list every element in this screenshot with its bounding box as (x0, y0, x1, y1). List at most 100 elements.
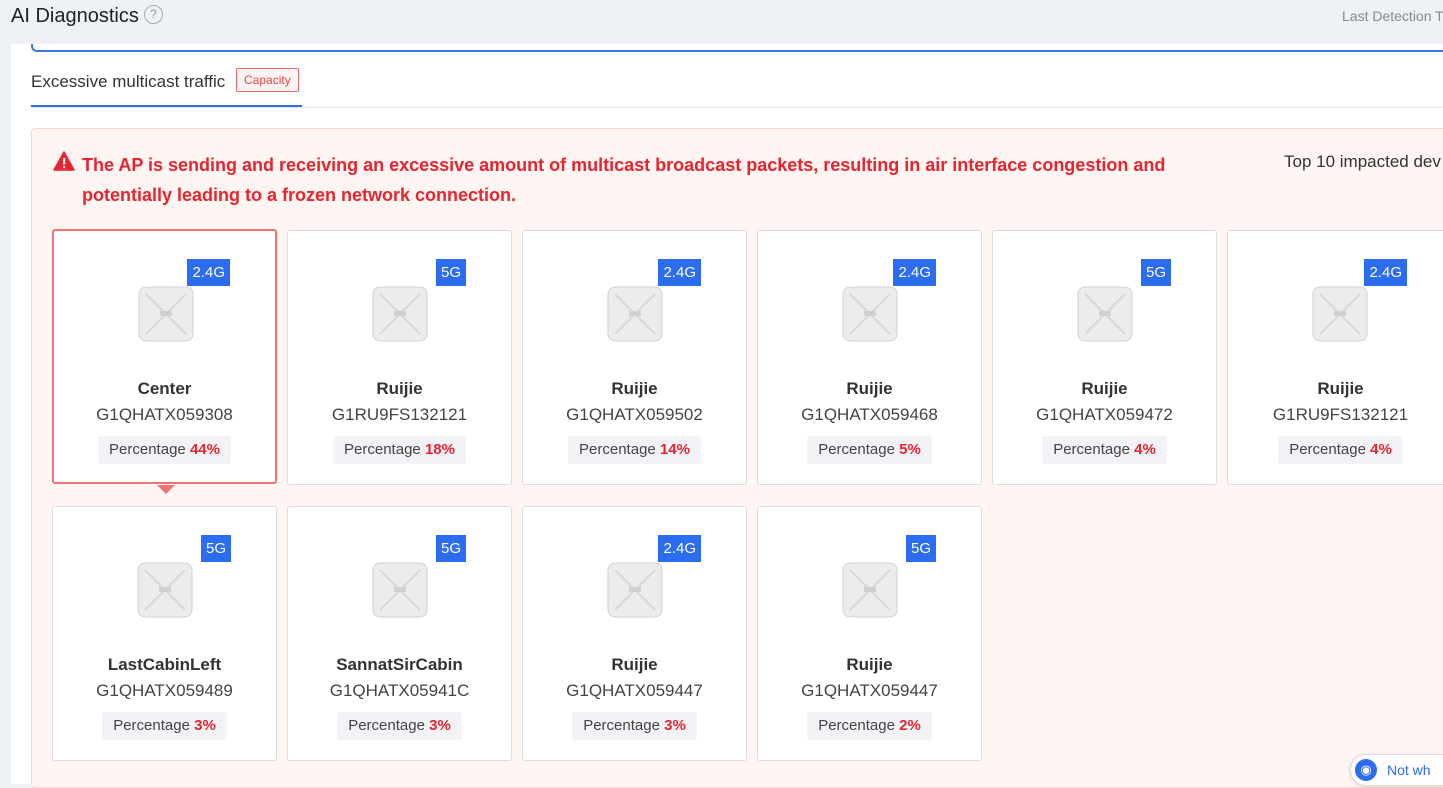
band-badge: 5G (1140, 259, 1171, 286)
percentage-value: 3% (429, 717, 451, 734)
percentage-value: 2% (899, 717, 921, 734)
band-badge: 2.4G (187, 259, 230, 286)
percentage-label: Percentage (344, 441, 421, 458)
device-serial: G1RU9FS132121 (331, 405, 468, 424)
band-badge: 5G (200, 535, 231, 562)
percentage-label: Percentage (818, 717, 895, 734)
access-point-icon (842, 562, 898, 618)
device-name: SannatSirCabin (336, 655, 463, 674)
tab-label: Excessive multicast traffic (31, 72, 226, 91)
device-name: Ruijie (1317, 379, 1364, 398)
percentage-value: 4% (1370, 441, 1392, 458)
capacity-badge: Capacity (236, 68, 299, 92)
band-badge: 5G (905, 535, 936, 562)
device-card[interactable]: 5G Ruijie G1RU9FS132121 Percentage 18% (287, 230, 512, 485)
feedback-button[interactable]: ◉ Not wh (1350, 754, 1443, 786)
percentage-value: 44% (189, 441, 220, 458)
percentage-value: 5% (899, 441, 921, 458)
device-card[interactable]: 5G SannatSirCabin G1QHATX05941C Percenta… (287, 506, 512, 761)
access-point-icon (842, 286, 898, 342)
device-card[interactable]: 5G Ruijie G1QHATX059472 Percentage 4% (992, 230, 1217, 485)
band-badge: 5G (435, 535, 466, 562)
band-badge: 5G (435, 259, 466, 286)
device-card[interactable]: 2.4G Ruijie G1RU9FS132121 Percentage 4% (1227, 230, 1443, 485)
device-name: Center (137, 379, 192, 398)
access-point-icon (137, 562, 193, 618)
access-point-icon (1312, 286, 1368, 342)
device-card[interactable]: 2.4G Center G1QHATX059308 Percentage 44% (52, 229, 277, 484)
device-name: Ruijie (846, 379, 893, 398)
percentage-wrap: Percentage 5% (758, 436, 981, 464)
band-badge: 2.4G (1364, 259, 1407, 286)
percentage-wrap: Percentage 3% (53, 712, 276, 740)
device-serial: G1QHATX059447 (801, 681, 938, 700)
top-bar: AI Diagnostics ? Last Detection T (0, 0, 1443, 44)
percentage-label: Percentage (1289, 441, 1366, 458)
percentage-wrap: Percentage 18% (288, 436, 511, 464)
band-badge: 2.4G (658, 259, 701, 286)
percentage-tag: Percentage 3% (337, 712, 462, 740)
percentage-label: Percentage (113, 717, 190, 734)
device-name: Ruijie (611, 655, 658, 674)
percentage-label: Percentage (109, 441, 186, 458)
device-serial: G1QHATX05941C (329, 681, 470, 700)
band-badge: 2.4G (658, 535, 701, 562)
warning-icon (53, 151, 75, 171)
percentage-wrap: Percentage 3% (288, 712, 511, 740)
device-name: Ruijie (1081, 379, 1128, 398)
page-title: AI Diagnostics (11, 5, 139, 27)
device-card[interactable]: 2.4G Ruijie G1QHATX059502 Percentage 14% (522, 230, 747, 485)
help-icon[interactable]: ? (144, 5, 163, 24)
band-badge: 2.4G (893, 259, 936, 286)
percentage-value: 14% (659, 441, 690, 458)
percentage-wrap: Percentage 4% (993, 436, 1216, 464)
percentage-value: 4% (1134, 441, 1156, 458)
percentage-tag: Percentage 2% (807, 712, 932, 740)
device-name: Ruijie (611, 379, 658, 398)
device-serial: G1QHATX059447 (566, 681, 703, 700)
device-serial: G1QHATX059472 (1036, 405, 1173, 424)
access-point-icon (138, 286, 194, 342)
access-point-icon (1077, 286, 1133, 342)
device-card[interactable]: 2.4G Ruijie G1QHATX059468 Percentage 5% (757, 230, 982, 485)
device-serial: G1QHATX059308 (96, 405, 233, 424)
percentage-tag: Percentage 4% (1042, 436, 1167, 464)
percentage-wrap: Percentage 14% (523, 436, 746, 464)
device-serial: G1QHATX059468 (801, 405, 938, 424)
percentage-tag: Percentage 4% (1278, 436, 1403, 464)
percentage-value: 3% (664, 717, 686, 734)
device-card[interactable]: 5G LastCabinLeft G1QHATX059489 Percentag… (52, 506, 277, 761)
percentage-label: Percentage (1053, 441, 1130, 458)
feedback-icon: ◉ (1355, 759, 1377, 781)
percentage-wrap: Percentage 2% (758, 712, 981, 740)
alert-message: The AP is sending and receiving an exces… (82, 155, 1166, 205)
percentage-label: Percentage (579, 441, 656, 458)
device-name: Ruijie (376, 379, 423, 398)
access-point-icon (372, 286, 428, 342)
collapsed-panel-edge (31, 44, 1443, 52)
percentage-wrap: Percentage 4% (1228, 436, 1443, 464)
percentage-label: Percentage (583, 717, 660, 734)
tab-excessive-multicast-traffic[interactable]: Excessive multicast traffic Capacity (31, 68, 302, 107)
percentage-label: Percentage (348, 717, 425, 734)
percentage-tag: Percentage 3% (102, 712, 227, 740)
percentage-value: 3% (194, 717, 216, 734)
access-point-icon (607, 562, 663, 618)
tab-divider (31, 107, 1443, 108)
device-serial: G1RU9FS132121 (1272, 405, 1409, 424)
percentage-tag: Percentage 18% (333, 436, 466, 464)
percentage-tag: Percentage 44% (98, 436, 231, 464)
percentage-wrap: Percentage 44% (54, 436, 275, 464)
device-card[interactable]: 2.4G Ruijie G1QHATX059447 Percentage 3% (522, 506, 747, 761)
last-detection-label: Last Detection T (1342, 8, 1443, 24)
device-name: Ruijie (846, 655, 893, 674)
percentage-label: Percentage (818, 441, 895, 458)
percentage-value: 18% (424, 441, 455, 458)
top-impacted-devices-label: Top 10 impacted dev (1284, 152, 1441, 171)
access-point-icon (372, 562, 428, 618)
device-name: LastCabinLeft (107, 655, 222, 674)
device-card[interactable]: 5G Ruijie G1QHATX059447 Percentage 2% (757, 506, 982, 761)
access-point-icon (607, 286, 663, 342)
selected-pointer (157, 485, 175, 494)
feedback-label: Not wh (1387, 762, 1431, 778)
